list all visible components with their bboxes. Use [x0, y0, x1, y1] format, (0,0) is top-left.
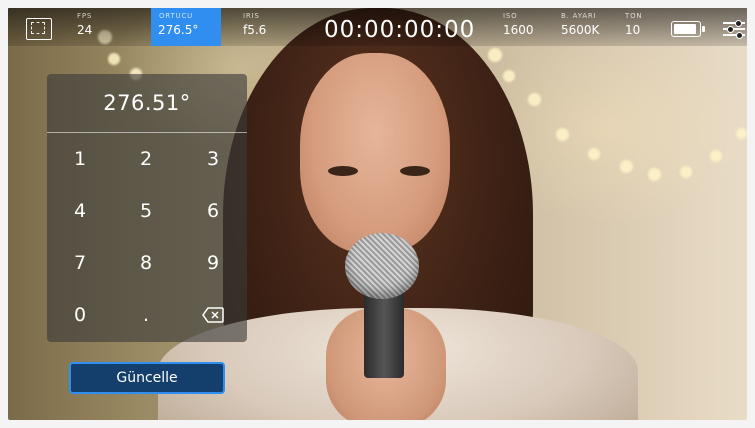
key-8[interactable]: 8 — [113, 237, 179, 289]
iso-value: 1600 — [503, 23, 534, 37]
key-6[interactable]: 6 — [180, 185, 246, 237]
iris-control[interactable]: IRIS f5.6 — [240, 8, 280, 46]
shutter-control[interactable]: ORTUCU 276.5° — [151, 8, 221, 46]
timecode[interactable]: 00:00:00:00 — [324, 17, 475, 43]
fps-value: 24 — [77, 23, 93, 37]
tint-control[interactable]: TON 10 — [622, 8, 654, 46]
key-0[interactable]: 0 — [47, 289, 113, 341]
backspace-icon — [202, 307, 224, 323]
tint-label: TON — [625, 12, 643, 20]
battery-icon — [671, 21, 705, 37]
key-4[interactable]: 4 — [47, 185, 113, 237]
backspace-key[interactable] — [180, 289, 246, 341]
key-3[interactable]: 3 — [180, 133, 246, 185]
iris-value: f5.6 — [243, 23, 267, 37]
key-2[interactable]: 2 — [113, 133, 179, 185]
key-5[interactable]: 5 — [113, 185, 179, 237]
white-balance-control[interactable]: B. AYARI 5600K — [558, 8, 614, 46]
iso-control[interactable]: ISO 1600 — [500, 8, 546, 46]
top-status-bar: FPS 24 ORTUCU 276.5° IRIS f5.6 00:00:00:… — [8, 8, 747, 46]
shutter-value: 276.5° — [158, 23, 199, 37]
key-7[interactable]: 7 — [47, 237, 113, 289]
white-balance-value: 5600K — [561, 23, 600, 37]
key-decimal[interactable]: . — [113, 289, 179, 341]
fps-label: FPS — [77, 12, 93, 20]
settings-icon[interactable] — [723, 19, 745, 39]
key-9[interactable]: 9 — [180, 237, 246, 289]
frame-guides-icon[interactable] — [26, 18, 52, 40]
battery-level — [674, 24, 696, 34]
keypad-display: 276.51° — [47, 74, 247, 133]
fps-control[interactable]: FPS 24 — [74, 8, 118, 46]
key-1[interactable]: 1 — [47, 133, 113, 185]
iris-label: IRIS — [243, 12, 260, 20]
update-button[interactable]: Güncelle — [69, 362, 225, 394]
iso-label: ISO — [503, 12, 518, 20]
numeric-keypad: 276.51° 1 2 3 4 5 6 7 8 9 0 . — [47, 74, 247, 342]
tint-value: 10 — [625, 23, 641, 37]
shutter-label: ORTUCU — [159, 12, 194, 20]
white-balance-label: B. AYARI — [561, 12, 597, 20]
